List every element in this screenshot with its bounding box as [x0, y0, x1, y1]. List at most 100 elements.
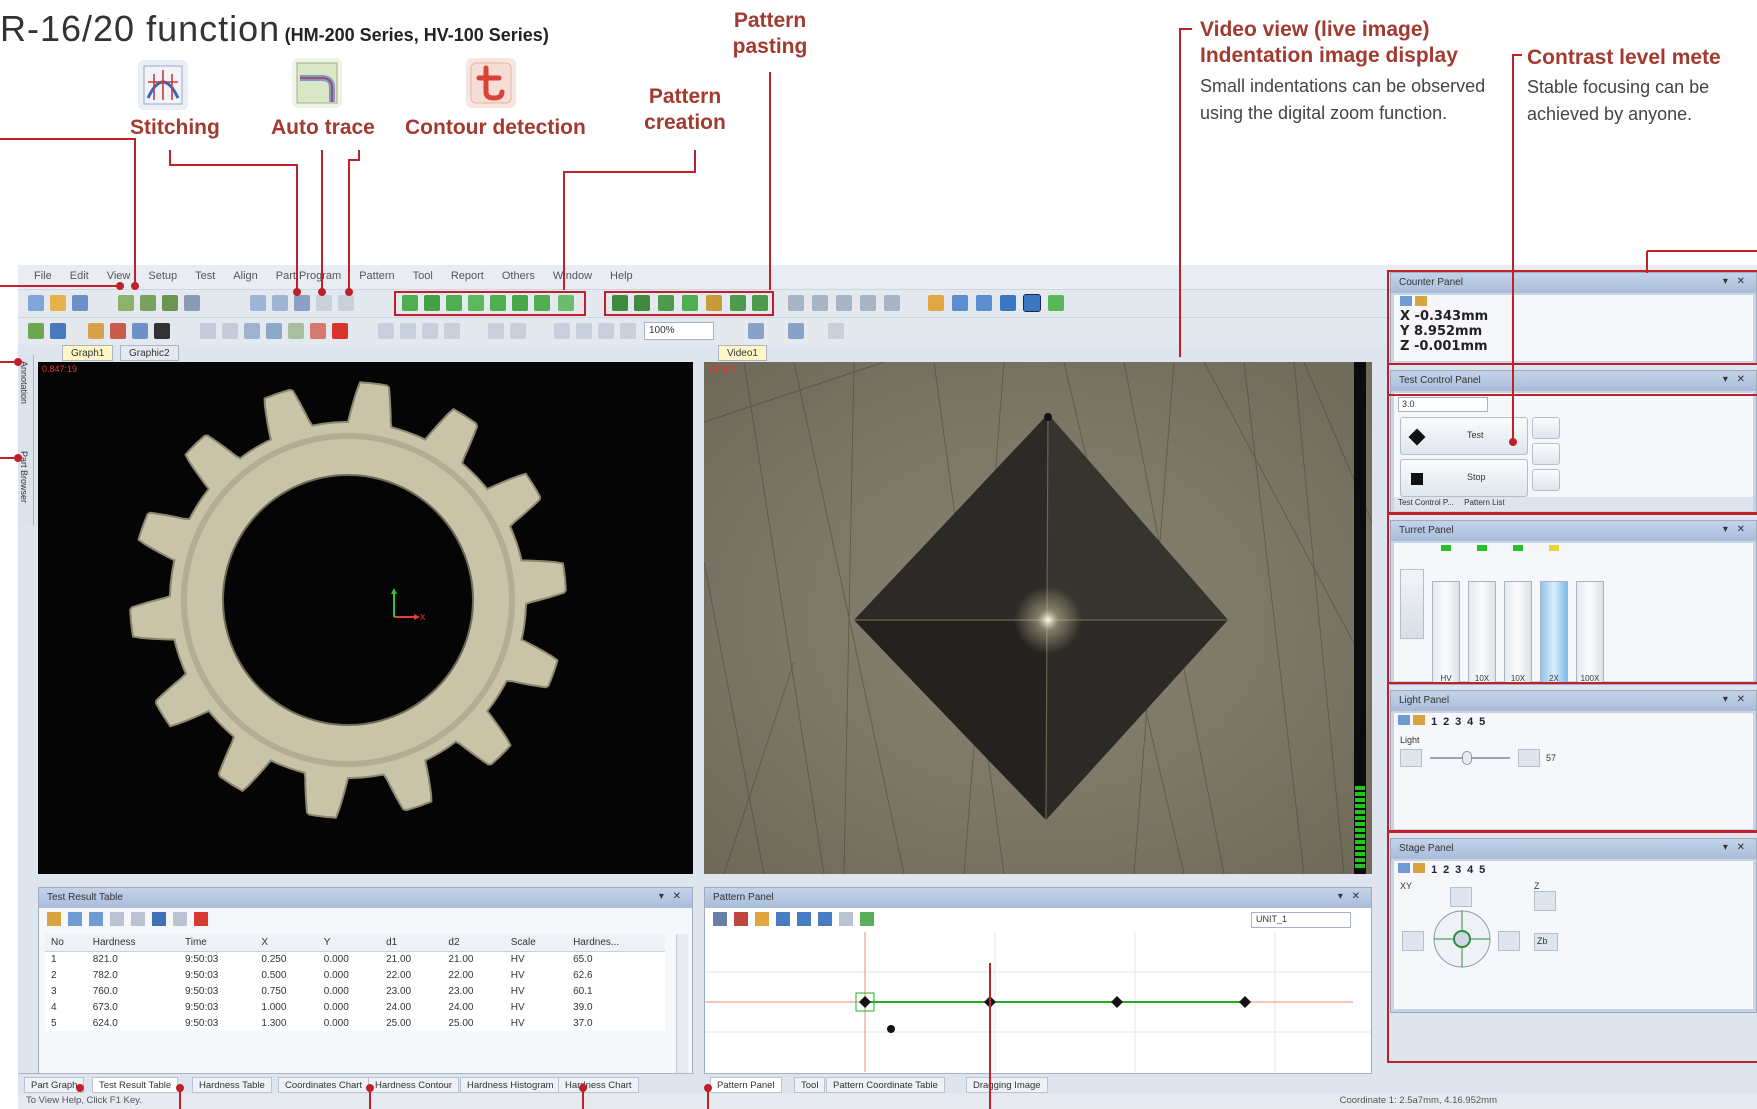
- tab-hardness-table[interactable]: Hardness Table: [192, 1077, 272, 1093]
- tab-test-control[interactable]: Test Control P...: [1398, 498, 1454, 507]
- tool-icon[interactable]: [1413, 863, 1426, 873]
- table-row[interactable]: 5 624.0 9:50:03 1.300 0.000 25.00 25.00 HV 37.0: [45, 1015, 665, 1031]
- column-header[interactable]: Hardness: [86, 934, 179, 952]
- tab-graph1[interactable]: Graph1: [62, 345, 114, 361]
- tool-icon[interactable]: [154, 323, 170, 339]
- tool-icon[interactable]: [244, 323, 260, 339]
- tool-icon[interactable]: [110, 912, 125, 926]
- menu-item-window[interactable]: Window: [553, 270, 592, 289]
- tool-icon[interactable]: [250, 295, 266, 311]
- tool-icon[interactable]: [200, 323, 216, 339]
- side-tab-part-browser[interactable]: Part Browser: [19, 451, 29, 521]
- paste-array-icon[interactable]: [730, 295, 746, 311]
- tool-icon[interactable]: [89, 912, 104, 926]
- preset-3[interactable]: 3: [1452, 864, 1464, 876]
- column-header[interactable]: Y: [317, 934, 381, 952]
- tool-icon[interactable]: [1413, 715, 1426, 725]
- preset-4[interactable]: 4: [1464, 864, 1476, 876]
- turret-position[interactable]: 10X: [1468, 581, 1496, 684]
- delete-icon[interactable]: [332, 323, 348, 339]
- tool-icon[interactable]: [748, 323, 764, 339]
- tool-icon[interactable]: [28, 323, 44, 339]
- tool-icon[interactable]: [976, 295, 992, 311]
- tool-icon[interactable]: [812, 295, 828, 311]
- turret-position[interactable]: 100X: [1576, 581, 1604, 684]
- menu-item-file[interactable]: File: [34, 270, 52, 289]
- preset-1[interactable]: 1: [1428, 716, 1440, 728]
- tool-icon[interactable]: [222, 323, 238, 339]
- zoom-icon[interactable]: [50, 323, 66, 339]
- column-header[interactable]: Scale: [504, 934, 568, 952]
- auto-trace-icon[interactable]: [288, 323, 304, 339]
- tool-icon[interactable]: [860, 912, 875, 926]
- tool-icon[interactable]: [1000, 295, 1016, 311]
- pattern-cross-icon[interactable]: [490, 295, 506, 311]
- column-header[interactable]: X: [255, 934, 318, 952]
- auto-trace-icon[interactable]: [266, 323, 282, 339]
- tool-icon[interactable]: [797, 912, 812, 926]
- pattern-fan-icon[interactable]: [512, 295, 528, 311]
- delete-icon[interactable]: [194, 912, 209, 926]
- stage-right-button[interactable]: [1498, 931, 1520, 951]
- table-row[interactable]: 3 760.0 9:50:03 0.750 0.000 23.00 23.00 HV 60.1: [45, 983, 665, 999]
- pattern-grid-icon[interactable]: [468, 295, 484, 311]
- menu-item-view[interactable]: View: [107, 270, 131, 289]
- tool-icon[interactable]: [488, 323, 504, 339]
- tool-icon[interactable]: [1415, 296, 1428, 306]
- turret-position[interactable]: 2X: [1540, 581, 1568, 684]
- tab-hardness-contour[interactable]: Hardness Contour: [368, 1077, 460, 1093]
- graphic-view[interactable]: 0.847:19 X: [38, 362, 693, 874]
- turret-position[interactable]: 10X: [1504, 581, 1532, 684]
- tool-icon[interactable]: [173, 912, 188, 926]
- tab-pattern-list[interactable]: Pattern List: [1464, 498, 1504, 507]
- save-icon[interactable]: [72, 295, 88, 311]
- menu-item-help[interactable]: Help: [610, 270, 633, 289]
- tab-test-result-table[interactable]: Test Result Table: [92, 1077, 179, 1093]
- new-icon[interactable]: [28, 295, 44, 311]
- tool-icon[interactable]: [928, 295, 944, 311]
- tool-icon[interactable]: [554, 323, 570, 339]
- paste-rotate-icon[interactable]: [682, 295, 698, 311]
- tool-icon[interactable]: [713, 912, 727, 926]
- tool-icon[interactable]: [47, 912, 61, 926]
- tool-icon[interactable]: [68, 912, 83, 926]
- tool-icon[interactable]: [110, 323, 126, 339]
- menu-item-align[interactable]: Align: [233, 270, 257, 289]
- tool-icon[interactable]: [839, 912, 854, 926]
- stage-up-button[interactable]: [1450, 887, 1472, 907]
- stage-left-button[interactable]: [1402, 931, 1424, 951]
- preset-1[interactable]: 1: [1428, 864, 1440, 876]
- column-header[interactable]: No: [45, 934, 87, 952]
- tool-icon[interactable]: [828, 323, 844, 339]
- tab-hardness-histogram[interactable]: Hardness Histogram: [460, 1077, 561, 1093]
- tool-icon[interactable]: [316, 295, 332, 311]
- light-increase-button[interactable]: [1518, 749, 1540, 767]
- tool-button[interactable]: [1532, 443, 1560, 465]
- zoom-select[interactable]: 100%: [644, 322, 714, 340]
- tool-icon[interactable]: [952, 295, 968, 311]
- turret-position[interactable]: HV: [1432, 581, 1460, 684]
- menu-item-setup[interactable]: Setup: [148, 270, 177, 289]
- preset-2[interactable]: 2: [1440, 716, 1452, 728]
- tool-icon[interactable]: [272, 295, 288, 311]
- stage-joystick-icon[interactable]: [1430, 907, 1494, 971]
- preset-2[interactable]: 2: [1440, 864, 1452, 876]
- tool-icon[interactable]: [818, 912, 833, 926]
- contour-detection-icon[interactable]: [310, 323, 326, 339]
- stop-button[interactable]: Stop: [1400, 459, 1528, 497]
- tab-tool[interactable]: Tool: [794, 1077, 826, 1093]
- preset-5[interactable]: 5: [1476, 716, 1488, 728]
- tool-icon[interactable]: [510, 323, 526, 339]
- menu-item-test[interactable]: Test: [195, 270, 215, 289]
- table-row[interactable]: 4 673.0 9:50:03 1.000 0.000 24.00 24.00 HV 39.0: [45, 999, 665, 1015]
- light-slider-thumb[interactable]: [1462, 751, 1472, 765]
- tab-coordinates-chart[interactable]: Coordinates Chart: [278, 1077, 370, 1093]
- tool-icon[interactable]: [836, 295, 852, 311]
- preset-4[interactable]: 4: [1464, 716, 1476, 728]
- preset-3[interactable]: 3: [1452, 716, 1464, 728]
- open-icon[interactable]: [50, 295, 66, 311]
- tool-icon[interactable]: [734, 912, 749, 926]
- tool-icon[interactable]: [338, 295, 354, 311]
- column-header[interactable]: Time: [179, 934, 256, 952]
- tool-icon[interactable]: [884, 295, 900, 311]
